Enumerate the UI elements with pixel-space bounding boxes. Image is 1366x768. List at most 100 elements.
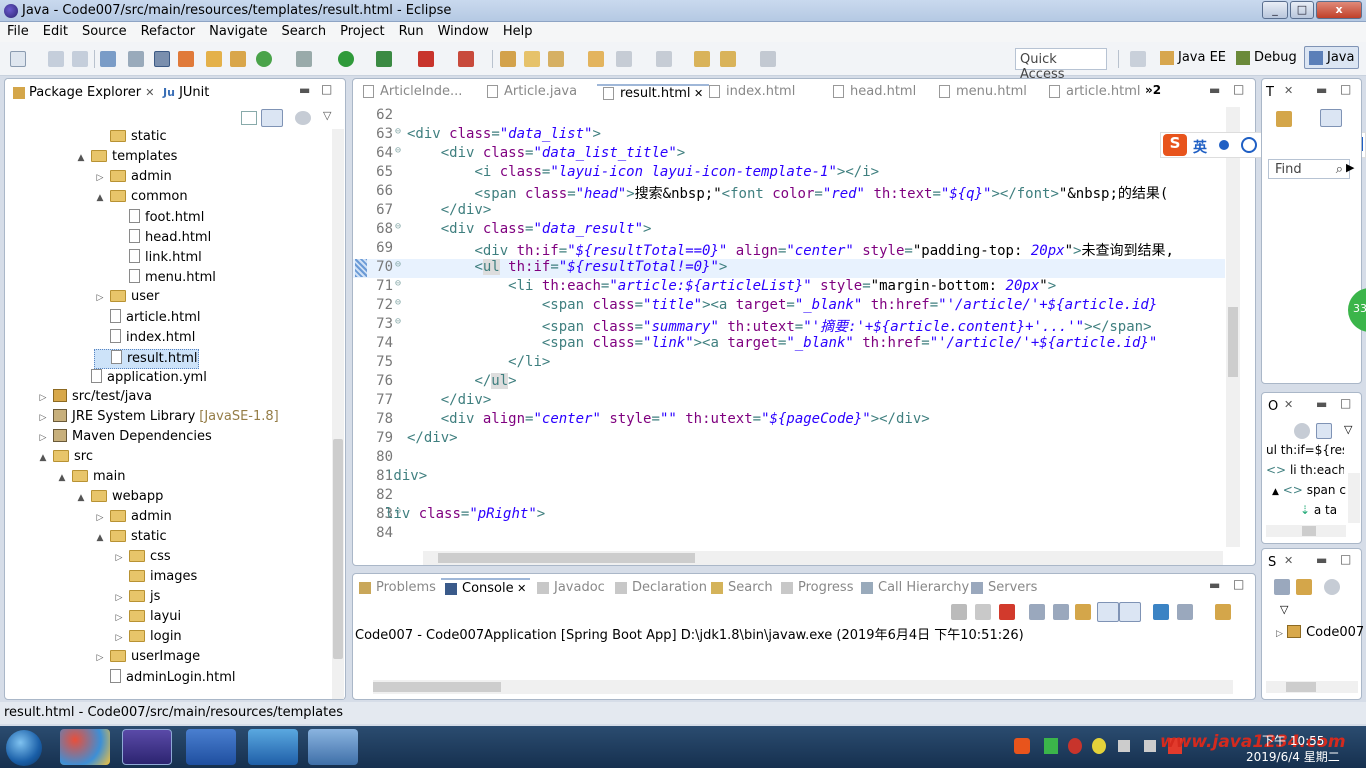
tree-item[interactable]: ▷ src/test/java: [37, 389, 152, 409]
code-line[interactable]: 67 </div>: [353, 202, 1225, 221]
outline-tab[interactable]: O: [1268, 399, 1278, 414]
outline-item[interactable]: ▲ <> span c: [1272, 483, 1346, 497]
code-line[interactable]: 70 ⊖ <ul th:if="${resultTotal!=0}">: [353, 259, 1225, 278]
show-stderr-icon[interactable]: [1119, 602, 1141, 622]
wps-taskbar-icon[interactable]: [186, 729, 236, 765]
code-line[interactable]: 69 <div th:if="${resultTotal==0}" align=…: [353, 240, 1225, 259]
tree-twisty-icon[interactable]: ▷: [94, 293, 106, 303]
open-type-icon[interactable]: [524, 51, 540, 67]
bottom-tab[interactable]: Search: [711, 580, 773, 595]
update-tray-icon[interactable]: [1092, 738, 1106, 754]
tree-twisty-icon[interactable]: ▲: [94, 193, 106, 203]
code-line[interactable]: 62: [353, 107, 1225, 126]
maximize-view-icon[interactable]: □: [1340, 82, 1351, 96]
clear-console-icon[interactable]: [1029, 604, 1045, 620]
tree-twisty-icon[interactable]: ▷: [37, 413, 49, 423]
tree-twisty-icon[interactable]: ▷: [113, 633, 125, 643]
bottom-tab[interactable]: Progress: [781, 580, 853, 595]
tree-item[interactable]: static: [94, 129, 167, 149]
find-arrow-icon[interactable]: ▶: [1346, 161, 1354, 174]
clock-date[interactable]: 2019/6/4 星期二: [1246, 748, 1340, 765]
tree-item[interactable]: application.yml: [75, 369, 207, 389]
open-task-icon[interactable]: [548, 51, 564, 67]
terminate-icon[interactable]: [999, 604, 1015, 620]
find-input[interactable]: Find ⌕: [1268, 159, 1350, 179]
tree-item[interactable]: ▷ user: [94, 289, 160, 309]
editor-tab[interactable]: result.html ✕: [597, 84, 710, 104]
scroll-lock-icon[interactable]: [1053, 604, 1069, 620]
maximize-view-icon[interactable]: □: [1340, 552, 1351, 566]
code-line[interactable]: 80: [353, 449, 1225, 468]
pin-console-icon[interactable]: [1153, 604, 1169, 620]
code-line[interactable]: 75 </li>: [353, 354, 1225, 373]
skip-breakpoints-icon[interactable]: [128, 51, 144, 67]
outline-collapse-icon[interactable]: [1316, 423, 1332, 439]
tree-twisty-icon[interactable]: ▷: [94, 173, 106, 183]
tree-twisty-icon[interactable]: ▲: [56, 473, 68, 483]
console-maximize-icon[interactable]: □: [1233, 577, 1244, 591]
editor-tab[interactable]: Article.java: [487, 84, 577, 104]
outline-item[interactable]: <> li th:each=: [1266, 463, 1344, 477]
tree-twisty-icon[interactable]: ▷: [94, 513, 106, 523]
code-line[interactable]: 72 ⊖ <span class="title"><a target="_blan…: [353, 297, 1225, 316]
run-icon[interactable]: [338, 51, 354, 67]
tree-twisty-icon[interactable]: ▲: [94, 533, 106, 543]
menu-file[interactable]: File: [0, 22, 36, 39]
servers-link-icon[interactable]: [1296, 579, 1312, 595]
console-minimize-icon[interactable]: ▬: [1209, 578, 1220, 592]
tree-twisty-icon[interactable]: ▷: [113, 613, 125, 623]
tree-twisty-icon[interactable]: ▷: [113, 593, 125, 603]
tree-item[interactable]: images: [113, 569, 197, 589]
new-package-icon[interactable]: [500, 51, 516, 67]
ant-icon[interactable]: [178, 51, 194, 67]
editor-hscroll-thumb[interactable]: [438, 553, 695, 563]
code-line[interactable]: 64 ⊖ <div class="data_list_title">: [353, 145, 1225, 164]
open-console-icon[interactable]: [1215, 604, 1231, 620]
editor-overflow[interactable]: »2: [1145, 83, 1161, 97]
code-line[interactable]: 81'div>: [353, 468, 1225, 487]
tree-scrollbar[interactable]: [332, 129, 344, 699]
server-icon[interactable]: [230, 51, 246, 67]
tree-item[interactable]: menu.html: [113, 269, 216, 289]
tree-item[interactable]: ▷ admin: [94, 509, 172, 529]
code-line[interactable]: 76 </ul>: [353, 373, 1225, 392]
bottom-tab[interactable]: Declaration: [615, 580, 707, 595]
code-line[interactable]: 84: [353, 525, 1225, 544]
collapse-all-icon[interactable]: [241, 111, 257, 125]
clock-time[interactable]: 下午 10:55: [1262, 732, 1324, 749]
editor-tab[interactable]: article.html: [1049, 84, 1141, 104]
outline-menu-icon[interactable]: ▽: [1344, 423, 1352, 436]
emoji-icon[interactable]: [1241, 137, 1257, 153]
code-line[interactable]: 74 <span class="link"><a target="_blank"…: [353, 335, 1225, 354]
servers-collapse-icon[interactable]: [1274, 579, 1290, 595]
tree-twisty-icon[interactable]: ▷: [37, 433, 49, 443]
fold-icon[interactable]: ⊖: [395, 221, 401, 232]
maximize-button[interactable]: □: [1290, 1, 1314, 19]
fold-icon[interactable]: ⊖: [395, 259, 401, 270]
tree-twisty-icon[interactable]: ▷: [113, 553, 125, 563]
close-icon[interactable]: ✕: [145, 86, 154, 99]
minimize-button[interactable]: _: [1262, 1, 1288, 19]
tree-item[interactable]: head.html: [113, 229, 211, 249]
tree-item[interactable]: foot.html: [113, 209, 204, 229]
close-icon[interactable]: ✕: [1284, 84, 1293, 97]
minimize-view-icon[interactable]: ▬: [1316, 553, 1327, 567]
tree-twisty-icon[interactable]: ▲: [37, 453, 49, 463]
editor-hscrollbar[interactable]: [423, 551, 1223, 565]
minimize-view-icon[interactable]: ▬: [299, 83, 310, 97]
menu-edit[interactable]: Edit: [36, 22, 75, 39]
menu-refactor[interactable]: Refactor: [134, 22, 203, 39]
start-button[interactable]: [6, 730, 42, 766]
servers-item[interactable]: ▷ Code007: [1276, 625, 1364, 640]
tree-item[interactable]: ▲ src: [37, 449, 93, 469]
tree-item[interactable]: ▷ JRE System Library [JavaSE-1.8]: [37, 409, 279, 429]
show-stdout-icon[interactable]: [1097, 602, 1119, 622]
fold-icon[interactable]: ⊖: [395, 145, 401, 156]
editor-tab[interactable]: ArticleInde...: [363, 84, 462, 104]
menu-run[interactable]: Run: [392, 22, 431, 39]
editor-tab[interactable]: menu.html: [939, 84, 1027, 104]
outline-hscrollbar[interactable]: [1266, 525, 1346, 537]
code-line[interactable]: 68 ⊖ <div class="data_result">: [353, 221, 1225, 240]
save-all-icon[interactable]: [72, 51, 88, 67]
servers-hscroll-thumb[interactable]: [1286, 682, 1316, 692]
